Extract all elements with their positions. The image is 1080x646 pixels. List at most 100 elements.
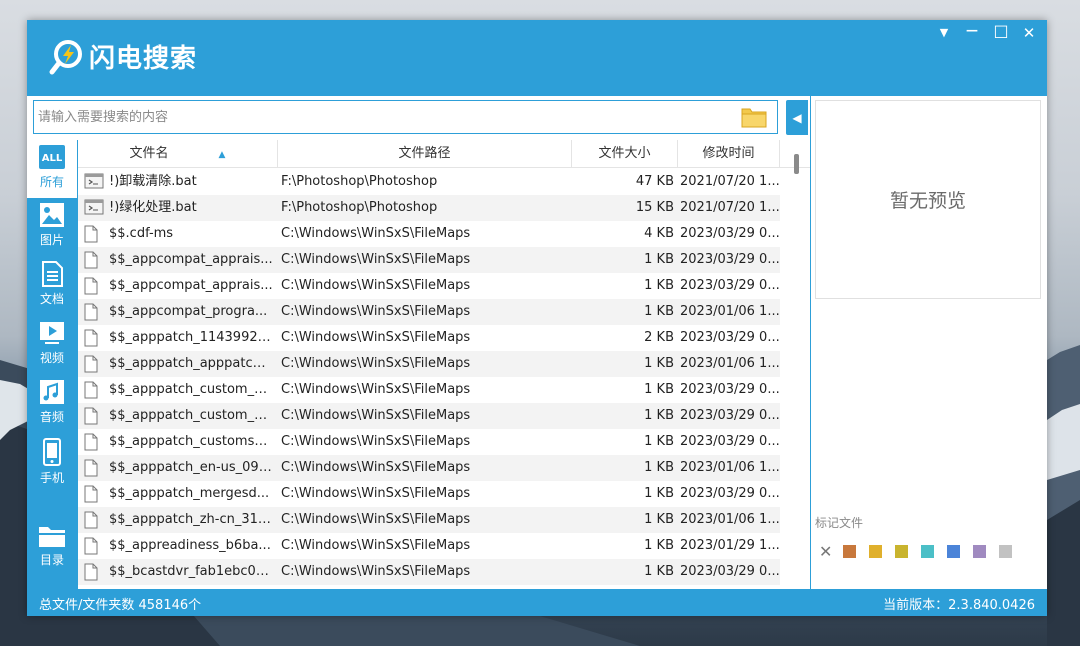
mark-color-swatch[interactable] — [999, 545, 1013, 558]
preview-panel: 暂无预览 标记文件 ✕ — [810, 96, 1047, 589]
cell-file-name: $$_bcastdvr_fab1ebc0d... — [109, 564, 273, 579]
search-box — [33, 100, 778, 134]
cell-file-name: !)绿化处理.bat — [109, 200, 197, 215]
cell-file-name: $$_apppatch_mergesd... — [109, 486, 270, 501]
cell-file-name: $$_apppatch_zh-cn_317... — [109, 512, 273, 527]
sidebar-item-directory[interactable]: 目录 — [27, 520, 77, 580]
cell-file-name: !)卸载清除.bat — [109, 174, 197, 189]
column-header-path[interactable]: 文件路径 — [278, 140, 572, 168]
cell-file-size: 1 KB — [644, 538, 674, 553]
table-row[interactable]: $$_apppatch_apppatch... C:\Windows\WinSxS… — [78, 351, 780, 377]
table-row[interactable]: $$_appcompat_apprais... C:\Windows\WinSxS… — [78, 273, 780, 299]
cell-modified-time: 2023/03/29 0... — [680, 434, 780, 449]
cell-modified-time: 2023/03/29 0... — [680, 382, 780, 397]
table-row[interactable]: $$_apppatch_1143992c... C:\Windows\WinSxS… — [78, 325, 780, 351]
table-row[interactable]: $$_bcastdvr_fab1ebc0d... C:\Windows\WinSx… — [78, 559, 780, 585]
status-bar: 总文件/文件夹数 458146个 当前版本：2.3.840.0426 — [27, 589, 1047, 616]
table-row[interactable]: !)卸载清除.bat F:\Photoshop\Photoshop 47 KB 202… — [78, 169, 780, 195]
sidebar-item-all[interactable]: ALL 所有 — [27, 140, 77, 198]
minimize-button[interactable]: — — [961, 23, 983, 43]
table-row[interactable]: $$_appreadiness_b6ba... C:\Windows\WinSxS… — [78, 533, 780, 559]
table-row[interactable]: $$_appcompat_progra... C:\Windows\WinSxS\… — [78, 299, 780, 325]
mark-color-swatch[interactable] — [869, 545, 883, 558]
sidebar-item-phone[interactable]: 手机 — [27, 434, 77, 492]
file-icon — [84, 251, 98, 273]
app-title: 闪电搜索 — [89, 44, 198, 74]
sidebar-item-label: 目录 — [39, 553, 64, 567]
cell-file-path: C:\Windows\WinSxS\FileMaps — [281, 460, 471, 475]
table-row[interactable]: $$.cdf-ms C:\Windows\WinSxS\FileMaps 4 KB 2… — [78, 221, 780, 247]
cell-file-size: 1 KB — [644, 408, 674, 423]
title-bar[interactable]: 闪电搜索 ▼ — □ ✕ — [27, 20, 1047, 96]
sidebar-item-videos[interactable]: 视频 — [27, 316, 77, 374]
file-icon — [84, 511, 98, 533]
category-sidebar: ALL 所有 图片 文档 视频 音频 手机 目录 — [27, 140, 77, 589]
cell-file-name: $$_appcompat_apprais... — [109, 252, 273, 267]
cell-file-name: $$_appcompat_apprais... — [109, 278, 273, 293]
maximize-button[interactable]: □ — [990, 21, 1012, 41]
mark-color-swatch[interactable] — [947, 545, 961, 558]
cell-file-path: C:\Windows\WinSxS\FileMaps — [281, 408, 471, 423]
cell-file-size: 1 KB — [644, 512, 674, 527]
cell-file-name: $$_apppatch_custom_2... — [109, 382, 273, 397]
cell-modified-time: 2023/03/29 0... — [680, 330, 780, 345]
file-icon — [84, 433, 98, 455]
cell-file-size: 1 KB — [644, 278, 674, 293]
cell-modified-time: 2023/03/29 0... — [680, 564, 780, 579]
table-row[interactable]: $$_apppatch_custom_c... C:\Windows\WinSxS… — [78, 403, 780, 429]
file-icon — [84, 407, 98, 429]
mark-color-swatch[interactable] — [973, 545, 987, 558]
file-icon — [84, 459, 98, 481]
vertical-scrollbar[interactable] — [794, 154, 799, 174]
cell-file-path: C:\Windows\WinSxS\FileMaps — [281, 538, 471, 553]
collapse-preview-button[interactable]: ◀ — [786, 100, 808, 135]
cell-file-path: C:\Windows\WinSxS\FileMaps — [281, 226, 471, 241]
file-icon — [84, 537, 98, 559]
sidebar-item-audio[interactable]: 音频 — [27, 375, 77, 433]
column-header-name[interactable]: 文件名 ▲ — [78, 140, 278, 168]
mark-color-swatch[interactable] — [895, 545, 909, 558]
cell-file-path: C:\Windows\WinSxS\FileMaps — [281, 304, 471, 319]
chevron-left-icon: ◀ — [792, 110, 802, 125]
document-icon — [42, 261, 63, 287]
table-row[interactable]: $$_apppatch_mergesd... C:\Windows\WinSxS\… — [78, 481, 780, 507]
cell-file-size: 1 KB — [644, 304, 674, 319]
column-header-size[interactable]: 文件大小 — [572, 140, 678, 168]
cell-file-path: C:\Windows\WinSxS\FileMaps — [281, 278, 471, 293]
sidebar-item-images[interactable]: 图片 — [27, 198, 77, 256]
sidebar-item-documents[interactable]: 文档 — [27, 257, 77, 315]
cell-file-size: 47 KB — [635, 174, 674, 189]
sidebar-item-label: 所有 — [39, 175, 64, 189]
file-icon — [84, 355, 98, 377]
mark-color-swatch[interactable] — [921, 545, 935, 558]
file-list: 文件名 ▲ 文件路径 文件大小 修改时间 !)卸载清除.bat F:\Photosh… — [78, 140, 810, 589]
image-icon — [40, 203, 64, 227]
cell-file-name: $$_apppatch_custom_c... — [109, 408, 273, 423]
cell-file-path: C:\Windows\WinSxS\FileMaps — [281, 356, 471, 371]
close-button[interactable]: ✕ — [1018, 24, 1040, 44]
preview-area: 暂无预览 — [815, 100, 1041, 299]
cell-file-size: 4 KB — [644, 226, 674, 241]
search-input[interactable] — [38, 105, 738, 129]
menu-dropdown-button[interactable]: ▼ — [933, 26, 955, 46]
file-icon — [84, 303, 98, 325]
cell-modified-time: 2021/07/20 1... — [680, 200, 780, 215]
table-row[interactable]: $$_apppatch_zh-cn_317... C:\Windows\WinSx… — [78, 507, 780, 533]
file-icon — [84, 277, 98, 299]
table-row[interactable]: $$_apppatch_customsd... C:\Windows\WinSxS… — [78, 429, 780, 455]
cell-file-path: F:\Photoshop\Photoshop — [281, 200, 438, 215]
cell-modified-time: 2023/03/29 0... — [680, 278, 780, 293]
cell-file-size: 1 KB — [644, 564, 674, 579]
table-row[interactable]: $$_appcompat_apprais... C:\Windows\WinSxS… — [78, 247, 780, 273]
clear-mark-icon[interactable]: ✕ — [819, 544, 832, 560]
table-row[interactable]: $$_apppatch_custom_2... C:\Windows\WinSxS… — [78, 377, 780, 403]
table-row[interactable]: $$_apppatch_en-us_098... C:\Windows\WinSx… — [78, 455, 780, 481]
mark-color-swatch[interactable] — [843, 545, 857, 558]
sidebar-item-label: 图片 — [39, 233, 64, 247]
cell-file-size: 15 KB — [635, 200, 674, 215]
app-logo: 闪电搜索 — [49, 38, 197, 75]
cell-file-path: C:\Windows\WinSxS\FileMaps — [281, 252, 471, 267]
folder-browse-icon[interactable] — [741, 106, 767, 128]
column-header-modified[interactable]: 修改时间 — [678, 140, 780, 168]
table-row[interactable]: !)绿化处理.bat F:\Photoshop\Photoshop 15 KB 202… — [78, 195, 780, 221]
